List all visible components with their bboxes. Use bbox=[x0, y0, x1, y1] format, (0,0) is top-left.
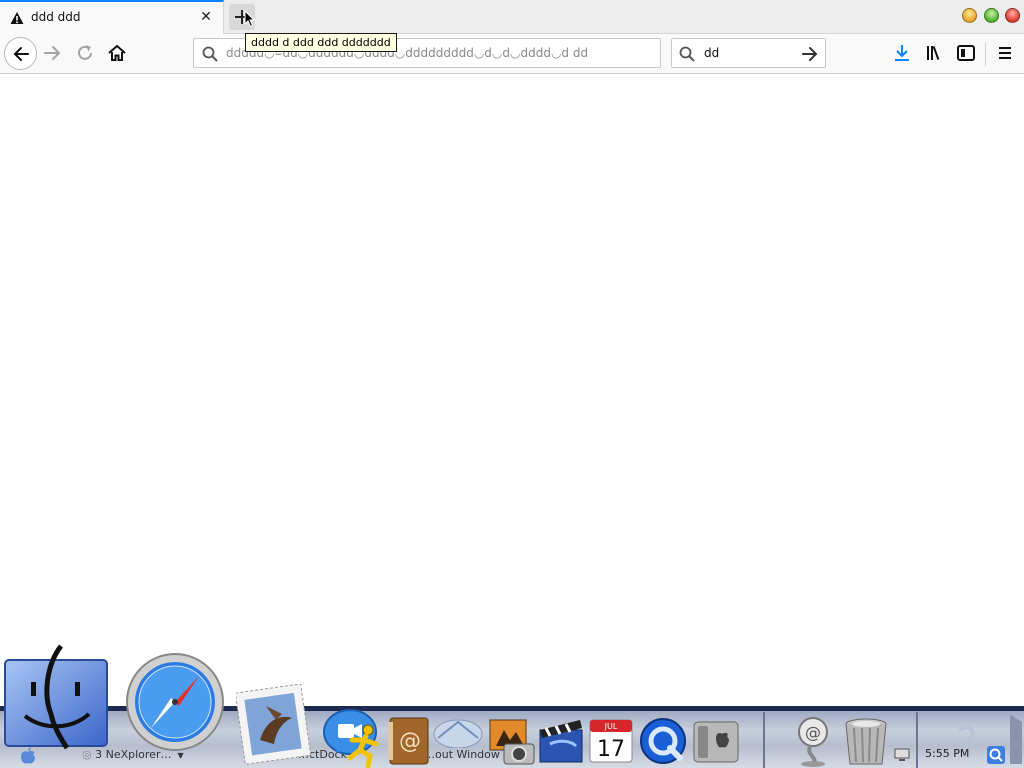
new-tab-tooltip: dddd d ddd ddd ddddddd bbox=[245, 33, 397, 52]
mail-icon[interactable] bbox=[236, 684, 312, 768]
svg-text:@: @ bbox=[805, 723, 821, 742]
toolbar-separator bbox=[985, 42, 986, 66]
imovie-icon[interactable] bbox=[536, 716, 586, 766]
system-preferences-icon[interactable] bbox=[692, 718, 740, 766]
warning-icon bbox=[10, 12, 24, 24]
maximize-button[interactable] bbox=[984, 8, 999, 23]
ical-month: JUL bbox=[604, 722, 618, 731]
tab-close-button[interactable]: ✕ bbox=[198, 9, 214, 25]
dock-separator bbox=[763, 712, 765, 768]
tab-active[interactable]: ddd ddd ✕ bbox=[0, 0, 224, 34]
search-icon bbox=[679, 46, 695, 62]
ical-day: 17 bbox=[597, 737, 625, 762]
arrow-right-icon[interactable] bbox=[801, 45, 819, 63]
page-content bbox=[0, 75, 1024, 707]
search-bar[interactable]: dd bbox=[671, 38, 826, 68]
minimize-button[interactable] bbox=[962, 8, 977, 23]
address-book-icon[interactable]: @ bbox=[386, 716, 430, 766]
library-icon[interactable] bbox=[924, 43, 944, 63]
tab-title: ddd ddd bbox=[31, 10, 81, 24]
mouse-cursor bbox=[244, 10, 256, 28]
reload-button[interactable] bbox=[75, 43, 95, 63]
ical-icon[interactable]: JUL 17 bbox=[586, 716, 636, 766]
internet-icon[interactable]: @ bbox=[788, 716, 838, 768]
dock-separator bbox=[916, 712, 918, 768]
safari-icon[interactable] bbox=[125, 652, 225, 752]
sidebar-icon[interactable] bbox=[956, 43, 976, 63]
search-icon bbox=[202, 46, 218, 62]
clock: 5:55 PM bbox=[925, 747, 970, 760]
download-icon[interactable] bbox=[892, 43, 912, 63]
quicktime-icon[interactable] bbox=[638, 716, 688, 766]
aim-icon[interactable] bbox=[344, 724, 384, 768]
home-button[interactable] bbox=[107, 43, 127, 63]
tray-icon[interactable] bbox=[893, 747, 913, 763]
iphoto-backdrop bbox=[433, 719, 483, 748]
forward-button[interactable] bbox=[43, 43, 63, 63]
spotlight-icon[interactable] bbox=[986, 745, 1006, 765]
menu-icon[interactable] bbox=[995, 43, 1015, 63]
dock-edge-icon bbox=[1010, 714, 1022, 764]
trash-icon[interactable] bbox=[842, 716, 890, 768]
iphoto-icon[interactable] bbox=[486, 718, 536, 766]
finder-icon[interactable] bbox=[3, 644, 109, 750]
close-window-button[interactable] bbox=[1005, 8, 1020, 23]
search-input-text: dd bbox=[704, 46, 720, 60]
back-button[interactable] bbox=[4, 37, 37, 70]
svg-text:@: @ bbox=[399, 729, 421, 754]
tab-bar: ddd ddd ✕ bbox=[0, 0, 1024, 34]
navigation-toolbar: ddddd◡⌣dd◡dddddd◡dddd◡ddddddddd◡d◡d◡dddd… bbox=[0, 34, 1024, 74]
arrow-left-icon bbox=[13, 47, 29, 61]
